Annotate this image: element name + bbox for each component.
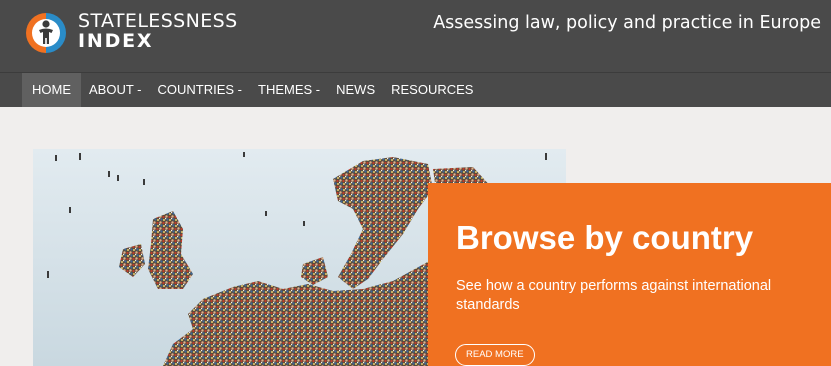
nav-item-home[interactable]: HOME (22, 73, 81, 107)
logo-wordmark-top: STATELESSNESS (78, 9, 238, 32)
promo-description: See how a country performs against inter… (456, 278, 772, 313)
nav-item-resources[interactable]: RESOURCES (383, 73, 481, 107)
nav-item-about[interactable]: ABOUT - (81, 73, 150, 107)
browse-by-country-panel: Browse by country See how a country perf… (428, 183, 831, 366)
main-navigation: HOME ABOUT - COUNTRIES - THEMES - NEWS RESOUR… (0, 72, 831, 107)
nav-item-countries[interactable]: COUNTRIES - (150, 73, 251, 107)
promo-title: Browse by country (456, 219, 754, 256)
nav-item-news[interactable]: NEWS (328, 73, 383, 107)
site-tagline: Assessing law, policy and practice in Eu… (433, 13, 821, 33)
logo-wordmark-bottom: INDEX (78, 29, 154, 52)
read-more-button[interactable]: READ MORE (455, 344, 535, 366)
page: STATELESSNESS INDEX Assessing law, polic… (0, 0, 831, 366)
site-header: STATELESSNESS INDEX Assessing law, polic… (0, 0, 831, 72)
nav-item-themes[interactable]: THEMES - (250, 73, 328, 107)
site-logo[interactable]: STATELESSNESS INDEX (24, 8, 238, 58)
stateless-person-logo-icon (24, 11, 68, 55)
